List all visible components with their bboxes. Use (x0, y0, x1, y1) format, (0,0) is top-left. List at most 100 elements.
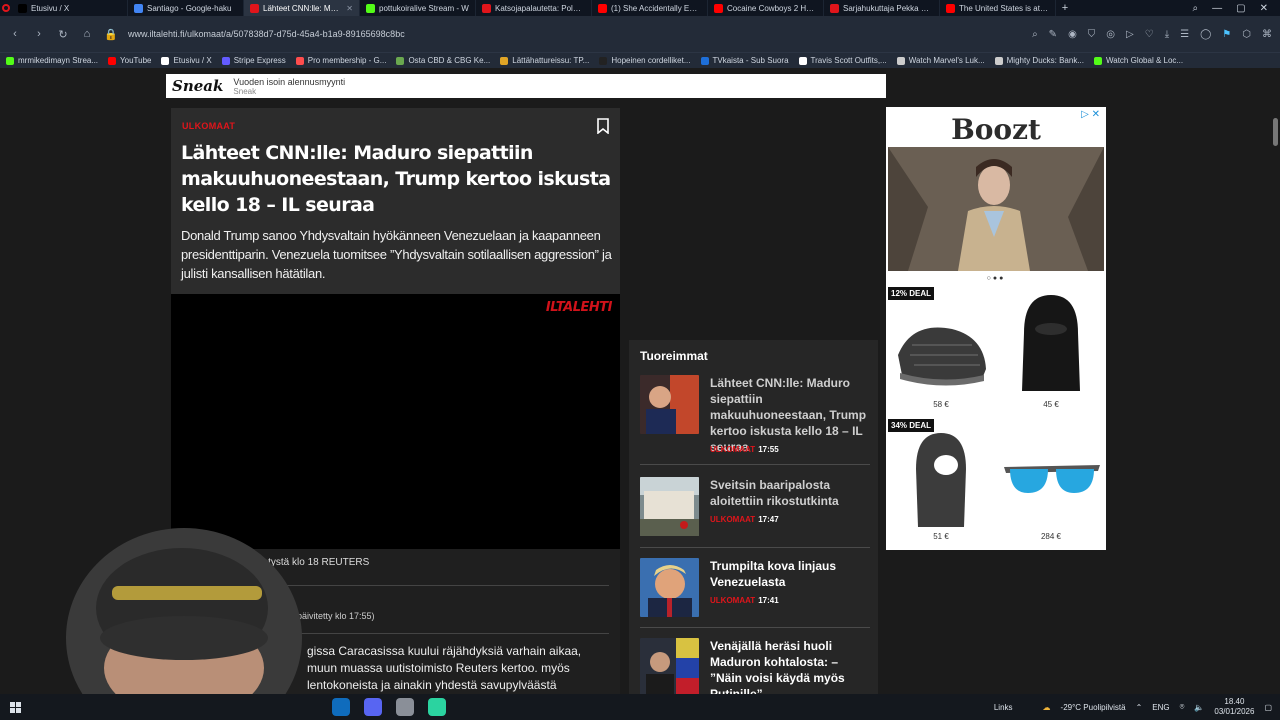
vpn-icon[interactable]: ◎ (1106, 29, 1115, 40)
ai-icon[interactable]: ⌘ (1262, 29, 1272, 40)
boozt-ad[interactable]: Boozt ▷ ✕ ○●● 12% DEAL 58 € 45 € 34% DEA… (886, 107, 1106, 550)
weather-text[interactable]: -29°C Puolipilvistä (1061, 703, 1126, 712)
volume-icon[interactable]: 🔈 (1194, 703, 1204, 712)
profile-icon[interactable]: ◯ (1200, 29, 1211, 40)
bookmark-label: Watch Marvel's Luk... (908, 56, 985, 65)
scrollbar-thumb[interactable] (1273, 118, 1278, 146)
news-title: Lähteet CNN:lle: Maduro siepattiin makuu… (710, 376, 867, 454)
news-thumbnail (640, 477, 699, 536)
bookmark-label: Lättähattureissu: TP... (512, 56, 590, 65)
bookmark-item[interactable]: Stripe Express (221, 56, 286, 65)
bookmark-item[interactable]: Watch Marvel's Luk... (896, 56, 985, 65)
browser-tab[interactable]: (1) She Accidentally Expo (592, 0, 708, 16)
carousel-dots[interactable]: ○●● (886, 275, 1106, 282)
browser-tab[interactable]: Sarjahukuttaja Pekka Sepp (824, 0, 940, 16)
bookmarks-bar: mrmikedimayn Strea... YouTube Etusivu / X S… (0, 52, 1280, 68)
article-category[interactable]: ULKOMAAT (182, 121, 235, 131)
cube-icon[interactable]: ⬡ (1242, 29, 1251, 40)
search-icon[interactable]: ⌕ (1032, 29, 1038, 40)
bookmark-item[interactable]: Pro membership - G... (295, 56, 386, 65)
edge-icon[interactable] (332, 698, 350, 716)
ad-product[interactable]: 34% DEAL 51 € (888, 419, 994, 543)
obs-icon[interactable] (428, 698, 446, 716)
ad-product[interactable]: 45 € (998, 287, 1104, 411)
tray-chevron-icon[interactable]: ⌃ (1136, 703, 1143, 712)
bookmark-item[interactable]: YouTube (108, 56, 151, 65)
list-item[interactable]: Trumpilta kova linjaus Venezuelasta ULKO… (640, 558, 870, 618)
heart-icon[interactable]: ♡ (1145, 29, 1154, 40)
opera-logo-icon[interactable] (0, 0, 12, 16)
app-icon[interactable] (396, 698, 414, 716)
ad-product[interactable]: 12% DEAL 58 € (888, 287, 994, 411)
tab-favicon-icon (482, 3, 491, 13)
discord-icon[interactable] (364, 698, 382, 716)
bookmark-icon[interactable] (597, 118, 609, 134)
browser-tab[interactable]: Etusivu / X (12, 0, 128, 16)
tab-favicon-icon (946, 3, 955, 13)
news-title: Venäjällä heräsi huoli Maduron kohtalost… (710, 639, 845, 694)
bookmark-item[interactable]: TVkaista - Sub Suora (700, 56, 789, 65)
scrollbar-track[interactable] (1272, 68, 1280, 694)
back-button[interactable]: ‹ (8, 28, 22, 40)
shield-icon[interactable]: ⛉ (1088, 29, 1096, 40)
ad-choices-icon[interactable]: ▷ ✕ (1081, 109, 1100, 120)
minimize-button[interactable]: — (1212, 3, 1222, 14)
close-tab-icon[interactable]: ✕ (346, 4, 353, 13)
forward-button[interactable]: › (32, 28, 46, 40)
ad-model-photo (888, 147, 1104, 271)
lock-icon: 🔒 (104, 28, 118, 41)
links-toolbar[interactable]: Links (994, 703, 1013, 712)
browser-tab[interactable]: Katsojapalautetta: Polande (476, 0, 592, 16)
bookmark-item[interactable]: Osta CBD & CBG Ke... (396, 56, 490, 65)
home-icon[interactable]: ⌂ (80, 28, 94, 40)
bookmark-item[interactable]: mrmikedimayn Strea... (6, 56, 98, 65)
bookmark-item[interactable]: Mighty Ducks: Bank... (994, 56, 1084, 65)
bookmark-favicon-icon (896, 56, 905, 65)
tab-favicon-icon (714, 3, 723, 13)
video-player[interactable]: ILTALEHTI (171, 294, 620, 549)
play-icon[interactable]: ▷ (1126, 29, 1134, 40)
list-item[interactable]: Sveitsin baaripalosta aloitettiin rikost… (640, 477, 870, 537)
address-bar-icons: ⌕ ✎ ◉ ⛉ ◎ ▷ ♡ ⤓ ☰ ◯ ⚑ ⬡ ⌘ (1032, 29, 1272, 40)
tab-favicon-icon (830, 3, 839, 13)
article-headline: Lähteet CNN:lle: Maduro siepattiin makuu… (181, 142, 611, 216)
list-item[interactable]: Lähteet CNN:lle: Maduro siepattiin makuu… (640, 375, 870, 455)
browser-tab[interactable]: Lähteet CNN:lle: Maduro ✕ (244, 0, 360, 16)
bookmark-item[interactable]: Travis Scott Outfits,... (798, 56, 887, 65)
new-tab-button[interactable]: + (1056, 2, 1074, 14)
browser-tab[interactable]: Cocaine Cowboys 2 Husti (708, 0, 824, 16)
camera-icon[interactable]: ◉ (1068, 29, 1077, 40)
menu-icon[interactable]: ☰ (1180, 29, 1189, 40)
bookmark-item[interactable]: Hopeinen cordelliket... (599, 56, 691, 65)
extension-icon[interactable]: ⚑ (1222, 29, 1231, 40)
divider (297, 633, 609, 634)
browser-tab[interactable]: The United States is at W (940, 0, 1056, 16)
tab-favicon-icon (250, 3, 259, 13)
browser-tab[interactable]: pottukoiralive Stream - W (360, 0, 476, 16)
bookmark-item[interactable]: Etusivu / X (161, 56, 212, 65)
notifications-icon[interactable]: ▢ (1264, 703, 1272, 712)
bookmark-item[interactable]: Lättähattureissu: TP... (500, 56, 589, 65)
start-button[interactable] (10, 702, 21, 713)
language-indicator[interactable]: ENG (1152, 703, 1169, 712)
clock[interactable]: 18.40 03/01/2026 (1214, 697, 1254, 717)
weather-icon[interactable]: ☁ (1043, 703, 1051, 712)
search-tabs-icon[interactable]: ⌕ (1193, 3, 1199, 14)
reload-button[interactable]: ↻ (56, 28, 70, 41)
url-field[interactable]: www.iltalehti.fi/ulkomaat/a/507838d7-d75… (128, 29, 405, 39)
close-window-button[interactable]: ✕ (1260, 3, 1268, 14)
bookmark-item[interactable]: Watch Global & Loc... (1094, 56, 1183, 65)
network-icon[interactable]: ⌾ (1180, 702, 1185, 712)
news-meta: ULKOMAAT 17:41 (710, 596, 779, 605)
system-tray: Links ☁ -29°C Puolipilvistä ⌃ ENG ⌾ 🔈 18… (994, 694, 1272, 720)
news-thumbnail (640, 558, 699, 617)
list-item[interactable]: Venäjällä heräsi huoli Maduron kohtalost… (640, 638, 870, 694)
top-banner-ad[interactable]: Sneak Vuoden isoin alennusmyynti Sneak (166, 74, 886, 98)
tab-title: Lähteet CNN:lle: Maduro (263, 3, 343, 13)
edit-icon[interactable]: ✎ (1049, 29, 1057, 40)
download-icon[interactable]: ⤓ (1165, 29, 1169, 40)
maximize-button[interactable]: ▢ (1236, 3, 1245, 14)
latest-news-panel: Tuoreimmat Lähteet CNN:lle: Maduro siepa… (629, 340, 878, 694)
browser-tab[interactable]: Santiago - Google-haku (128, 0, 244, 16)
ad-product[interactable]: 284 € (998, 419, 1104, 543)
